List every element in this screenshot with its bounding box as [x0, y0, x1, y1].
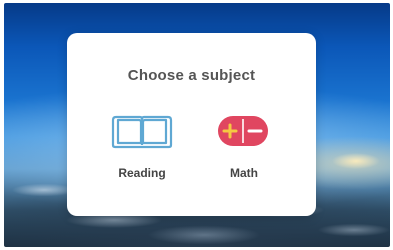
reading-label: Reading [118, 166, 166, 180]
math-label: Math [230, 166, 258, 180]
plus-minus-icon [218, 116, 268, 146]
dialog-title: Choose a subject [127, 67, 256, 84]
reading-option[interactable]: Reading [102, 111, 182, 183]
book-icon [111, 115, 173, 149]
math-option[interactable]: Math [204, 111, 284, 183]
screen: Choose a subject Reading Math [0, 0, 393, 250]
subject-dialog: Choose a subject Reading Math [67, 33, 316, 216]
